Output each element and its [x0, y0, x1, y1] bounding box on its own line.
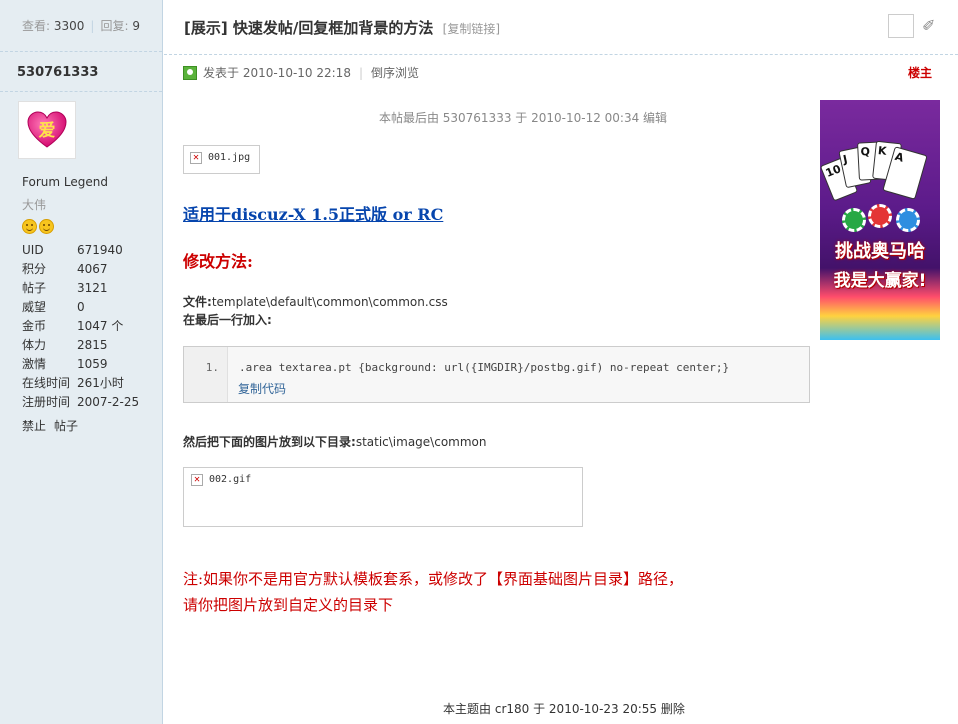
- broken-image-icon: ✕: [190, 152, 202, 164]
- avatar[interactable]: 爱: [18, 101, 76, 159]
- stat-row: 在线时间 261小时: [22, 374, 162, 393]
- online-status-icon: [183, 65, 197, 80]
- poker-chip-icon: [896, 208, 920, 232]
- code-line-number: 1.: [184, 347, 228, 402]
- stat-key: 积分: [22, 262, 47, 276]
- stat-value: 0: [77, 300, 85, 314]
- append-text: 在最后一行加入:: [183, 313, 272, 327]
- stat-row: 威望 0: [22, 298, 162, 317]
- poker-chip-icon: [842, 208, 866, 232]
- note-line-1: 注:如果你不是用官方默认模板套系，或修改了【界面基础图片目录】路径，: [183, 570, 684, 588]
- copy-code-button[interactable]: 复制代码: [238, 380, 286, 397]
- discuz-version-link[interactable]: 适用于discuz-X 1.5正式版 or RC: [183, 201, 443, 225]
- stat-row: 帖子 3121: [22, 279, 162, 298]
- copy-link-button[interactable]: [复制链接]: [443, 22, 500, 36]
- ad-subline: 我是大赢家!: [833, 271, 927, 291]
- stat-row: UID 671940: [22, 241, 162, 260]
- stat-key: 金币: [22, 319, 47, 333]
- attachment-filename: 001.jpg: [208, 152, 251, 163]
- stat-value: 1059: [77, 357, 108, 371]
- stat-row: 激情 1059: [22, 355, 162, 374]
- moderation-action: 删除: [660, 702, 685, 716]
- smiley-icon: [39, 219, 54, 234]
- stat-key: 注册时间: [22, 395, 71, 409]
- thread-header: [展示] 快速发帖/回复框加背景的方法 [复制链接] ✐: [164, 0, 958, 55]
- image-dir-line: 然后把下面的图片放到以下目录:static\image\common: [183, 433, 487, 450]
- ad-headline: 挑战奥马哈: [835, 241, 925, 262]
- floor-label: 楼主: [907, 66, 932, 80]
- smiley-icon: [22, 219, 37, 234]
- author-sidebar: 查看: 3300 | 回复: 9 530761333 爱 Forum Legen…: [0, 0, 163, 724]
- author-name[interactable]: 530761333: [0, 52, 162, 92]
- moderator-link[interactable]: cr180: [495, 702, 529, 716]
- user-custom-title: 大伟: [22, 198, 47, 212]
- broken-image-icon: ✕: [191, 474, 203, 486]
- reverse-order-link[interactable]: 倒序浏览: [371, 64, 419, 81]
- method-heading: 修改方法:: [183, 252, 253, 271]
- stat-value: 261小时: [77, 376, 124, 390]
- replies-label: 回复:: [100, 19, 129, 33]
- stat-key: 威望: [22, 300, 47, 314]
- stat-row: 积分 4067: [22, 260, 162, 279]
- post-meta: 发表于 2010-10-10 22:18 | 倒序浏览 楼主: [164, 56, 958, 88]
- replies-count: 9: [132, 18, 140, 33]
- poker-ad-banner[interactable]: 10 J Q K A 挑战奥马哈 我是大赢家!: [820, 100, 940, 340]
- append-instruction: 在最后一行加入:: [183, 311, 272, 328]
- stat-row: 体力 2815: [22, 336, 162, 355]
- stat-key: 体力: [22, 338, 47, 352]
- stat-row: 金币 1047 个: [22, 317, 162, 336]
- stat-key: 在线时间: [22, 376, 71, 390]
- file-path-line: 文件:template\default\common\common.css: [183, 293, 448, 310]
- stat-key: UID: [22, 243, 44, 257]
- edit-pen-icon[interactable]: ✐: [922, 17, 940, 35]
- header-tools: ✐: [888, 14, 940, 38]
- post-meta-row: 发表于 2010-10-10 22:18 | 倒序浏览: [183, 64, 419, 81]
- stat-key: 帖子: [22, 281, 47, 295]
- admin-actions: 禁止 帖子: [22, 417, 162, 434]
- stat-key: 激情: [22, 357, 47, 371]
- views-count: 3300: [53, 18, 85, 33]
- ban-user-link[interactable]: 禁止: [22, 419, 46, 433]
- user-posts-link[interactable]: 帖子: [54, 419, 78, 433]
- thread-stats: 查看: 3300 | 回复: 9: [0, 0, 162, 52]
- stat-value[interactable]: 671940: [77, 241, 123, 260]
- stat-value[interactable]: 3121: [77, 279, 108, 298]
- post-date: 发表于 2010-10-10 22:18: [203, 66, 351, 80]
- heart-avatar-icon: 爱: [27, 111, 67, 149]
- thread-title-text: [展示] 快速发帖/回复框加背景的方法: [184, 19, 434, 37]
- image-attachment-1[interactable]: ✕ 001.jpg: [183, 145, 260, 174]
- user-rank: Forum Legend: [22, 175, 108, 189]
- image-dir-path: static\image\common: [355, 435, 487, 449]
- thread-title: [展示] 快速发帖/回复框加背景的方法 [复制链接]: [184, 17, 500, 38]
- image-attachment-2[interactable]: ✕ 002.gif: [183, 467, 583, 527]
- file-path: template\default\common\common.css: [211, 295, 448, 309]
- meta-divider: |: [358, 65, 363, 80]
- note-paragraph: 注:如果你不是用官方默认模板套系，或修改了【界面基础图片目录】路径， 请你把图片…: [183, 566, 683, 618]
- moderation-time: 于 2010-10-23 20:55: [533, 702, 658, 716]
- stat-value[interactable]: 4067: [77, 260, 108, 279]
- stat-value: 1047 个: [77, 319, 124, 333]
- moderation-prefix: 本主题由: [443, 702, 492, 716]
- code-text[interactable]: .area textarea.pt {background: url({IMGD…: [239, 361, 729, 374]
- stats-divider: |: [90, 18, 95, 33]
- views-label: 查看:: [22, 19, 51, 33]
- avatar-char: 爱: [39, 120, 56, 141]
- stat-value: 2815: [77, 338, 108, 352]
- edit-note: 本帖最后由 530761333 于 2010-10-12 00:34 编辑: [378, 111, 668, 125]
- code-block: 1. .area textarea.pt {background: url({I…: [183, 346, 810, 403]
- image-dir-label: 然后把下面的图片放到以下目录:: [183, 435, 356, 449]
- attachment-filename: 002.gif: [209, 474, 252, 485]
- stat-row: 注册时间 2007-2-25: [22, 393, 162, 412]
- post-content: 本帖最后由 530761333 于 2010-10-12 00:34 编辑 ✕ …: [183, 88, 813, 614]
- print-button[interactable]: [888, 14, 914, 38]
- stat-value: 2007-2-25: [77, 395, 140, 409]
- note-line-2: 请你把图片放到自定义的目录下: [183, 596, 394, 614]
- poker-chip-icon: [868, 204, 892, 228]
- rank-stars: [22, 219, 162, 234]
- user-stats: UID 671940 积分 4067 帖子 3121 威望 0 金币 1047 个 体力 2…: [22, 241, 162, 412]
- file-label: 文件:: [183, 295, 212, 309]
- moderation-note: 本主题由 cr180 于 2010-10-23 20:55 删除: [443, 700, 685, 717]
